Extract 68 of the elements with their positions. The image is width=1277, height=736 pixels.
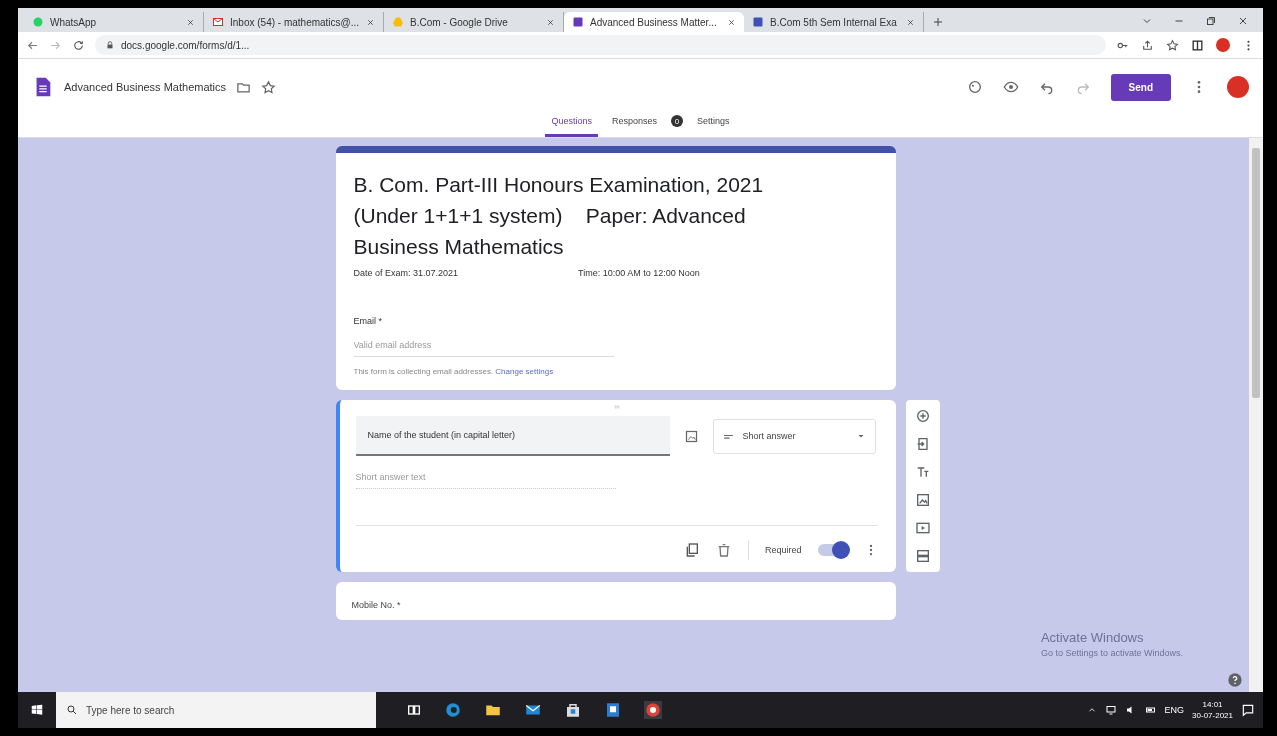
image-icon[interactable] xyxy=(914,492,931,508)
clock-date[interactable]: 30-07-2021 xyxy=(1192,710,1233,721)
short-answer-field: Short answer text xyxy=(355,462,616,489)
response-count-badge: 0 xyxy=(671,115,683,127)
share-icon[interactable] xyxy=(1141,38,1154,52)
email-label: Email * xyxy=(353,316,383,326)
required-toggle[interactable] xyxy=(817,544,848,556)
help-icon[interactable] xyxy=(1227,672,1243,688)
tab-close-icon[interactable] xyxy=(186,17,195,27)
language-indicator[interactable]: ENG xyxy=(1164,705,1185,715)
email-collection-note: This form is collecting email addresses. Change settings xyxy=(353,367,555,376)
form-heading: B. Com. Part-III Honours Examination, 2021 (Under 1+1+1 system) Paper: Advanced Business Mathematics xyxy=(353,172,765,260)
required-label: Required xyxy=(764,545,802,555)
taskbar-search-box[interactable]: Type here to search xyxy=(56,692,376,728)
notifications-icon[interactable] xyxy=(1241,703,1255,717)
lock-icon xyxy=(105,40,115,50)
account-avatar[interactable] xyxy=(1227,76,1249,98)
document-app-icon[interactable] xyxy=(604,701,622,719)
browser-tab[interactable]: B.Com 5th Sem Internal Exa xyxy=(744,12,924,32)
email-input-field[interactable]: Valid email address xyxy=(353,334,614,357)
windows-start-icon[interactable] xyxy=(30,703,44,717)
form-description-text: Date of Exam: 31.07.2021 xyxy=(353,268,459,278)
send-button[interactable]: Send xyxy=(1110,73,1171,101)
tab-close-icon[interactable] xyxy=(366,17,375,27)
reload-icon[interactable] xyxy=(72,38,85,52)
tab-close-icon[interactable] xyxy=(906,17,915,27)
tab-favicon-icon xyxy=(392,16,404,28)
add-question-icon[interactable] xyxy=(914,408,931,424)
new-tab-icon[interactable] xyxy=(932,16,944,28)
restore-icon[interactable] xyxy=(1205,15,1217,27)
url-text[interactable]: docs.google.com/forms/d/1... xyxy=(121,39,250,51)
tab-favicon-icon xyxy=(752,16,764,28)
browser-tab[interactable]: Inbox (54) - mathematics@... xyxy=(204,12,384,32)
activation-title: Activate Windows xyxy=(1040,630,1145,645)
task-view-icon[interactable] xyxy=(406,702,422,718)
sidebar-panel-icon[interactable] xyxy=(1191,38,1204,52)
star-icon[interactable] xyxy=(1166,38,1179,52)
close-icon[interactable] xyxy=(1237,15,1249,27)
form-title[interactable]: Advanced Business Mathematics xyxy=(64,81,227,93)
tab-close-icon[interactable] xyxy=(727,17,736,27)
scrollbar-thumb[interactable] xyxy=(1252,148,1260,398)
browser-tab[interactable]: WhatsApp xyxy=(24,12,204,32)
clock-time[interactable]: 14:01 xyxy=(1202,699,1223,710)
preview-icon[interactable] xyxy=(1002,79,1019,95)
form-tab[interactable]: Responses xyxy=(606,116,663,137)
store-bag-icon[interactable] xyxy=(564,701,582,719)
question-title-field[interactable]: Name of the student (in capital letter) xyxy=(355,416,670,456)
section-icon[interactable] xyxy=(914,548,931,564)
tab-favicon-icon xyxy=(572,16,584,28)
image-icon[interactable] xyxy=(683,428,699,444)
battery-icon[interactable] xyxy=(1144,704,1157,716)
form-tab[interactable]: Settings xyxy=(691,116,736,137)
network-icon[interactable] xyxy=(1104,704,1117,716)
tab-favicon-icon xyxy=(32,16,44,28)
question-title: Mobile No. * xyxy=(351,600,402,610)
video-icon[interactable] xyxy=(914,520,931,536)
activation-text: Go to Settings to activate Windows. xyxy=(1040,648,1183,658)
change-settings-link[interactable]: Change settings xyxy=(495,367,554,376)
profile-avatar[interactable] xyxy=(1216,38,1230,52)
question-type-dropdown[interactable]: Short answer xyxy=(712,418,876,454)
browser-tab[interactable]: Advanced Business Matter... xyxy=(564,12,744,32)
form-description-text: Time: 10:00 AM to 12:00 Noon xyxy=(578,268,700,278)
tab-close-icon[interactable] xyxy=(546,17,555,27)
search-icon xyxy=(66,704,78,716)
star-icon[interactable] xyxy=(261,79,277,95)
chrome-browser-icon[interactable] xyxy=(644,701,662,719)
edge-browser-icon[interactable] xyxy=(444,701,462,719)
tab-favicon-icon xyxy=(212,16,224,28)
